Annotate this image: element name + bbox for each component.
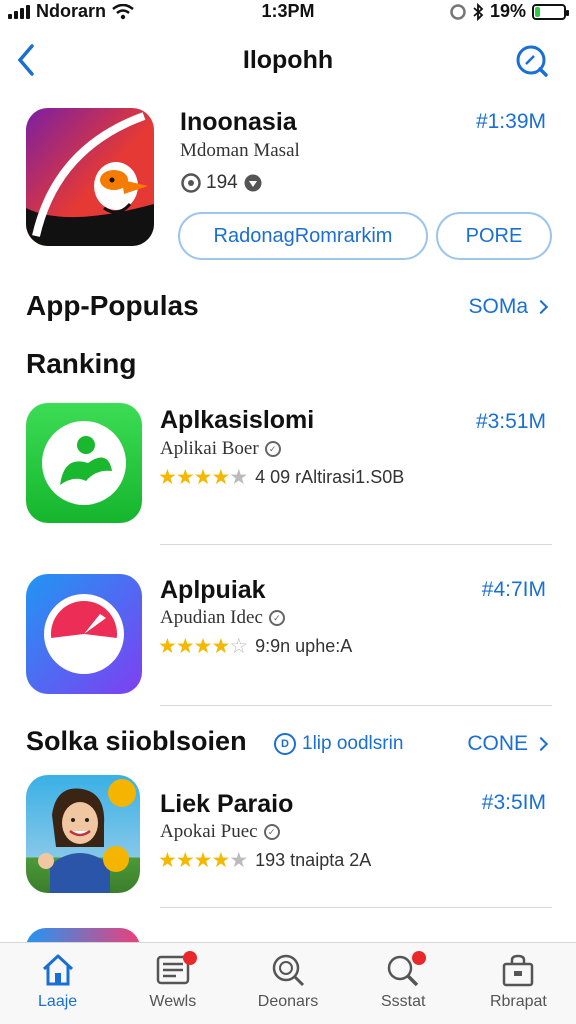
tab-home-label: Laaje: [38, 993, 78, 1010]
star-rating-icon: ★★★★☆: [158, 635, 248, 658]
app-rating-text-3: 193 tnaipta 2A: [255, 850, 372, 870]
app-developer-2: Apudian Idec ✓: [160, 607, 285, 629]
row-divider: [160, 544, 552, 545]
battery-percent: 19%: [489, 1, 526, 21]
app-name-1[interactable]: Aplkasislomi: [160, 406, 314, 435]
bluetooth-icon: [473, 2, 484, 21]
app-icon-1[interactable]: [26, 403, 142, 523]
age-rating-icon: [181, 173, 201, 193]
tab-home[interactable]: Laaje: [0, 943, 115, 1024]
see-all-second-label: CONE: [467, 732, 528, 755]
app-size-2: #4:7IM: [481, 578, 546, 601]
tab-news-label: Wewls: [149, 993, 197, 1010]
battery-fill: [535, 6, 541, 17]
app-size-3: #3:5IM: [481, 791, 546, 814]
app-size-1: #3:51M: [475, 410, 546, 433]
status-bar: Ndorarn 1:3PM 19%: [0, 0, 576, 24]
featured-app-icon[interactable]: [26, 108, 154, 246]
tab-discover[interactable]: Deonars: [230, 943, 345, 1024]
app-icon-2[interactable]: [26, 574, 142, 694]
compass-icon: D: [274, 733, 296, 755]
app-developer-label-1: Aplikai Boer: [160, 438, 259, 459]
featured-app-developer: Mdoman Masal: [180, 140, 300, 161]
status-right: 19%: [450, 1, 569, 22]
section-title-ranking: Ranking: [26, 348, 137, 379]
app-rating-3: ★★★★★ 193 tnaipta 2A: [158, 848, 371, 873]
app-name-2[interactable]: Aplpuiak: [160, 576, 266, 605]
discover-icon: [272, 954, 305, 987]
globe-icon: [244, 174, 262, 192]
app-developer-label-2: Apudian Idec: [160, 607, 263, 628]
section-title-second: Solka siioblsoien: [26, 726, 247, 756]
notification-badge: [411, 951, 426, 965]
featured-app-meta-value: 194: [206, 172, 238, 193]
tab-news[interactable]: Wewls: [115, 943, 230, 1024]
row-divider: [160, 907, 552, 908]
notification-badge: [183, 951, 198, 965]
battery-icon: [532, 3, 569, 20]
row-divider: [160, 705, 552, 706]
tab-bar: Laaje Wewls Deonars Ssstat Rbrapat: [0, 942, 576, 1024]
app-icon-4-peek[interactable]: [26, 928, 140, 942]
tab-discover-label: Deonars: [257, 993, 319, 1010]
chevron-right-icon: [533, 736, 549, 752]
app-developer-1: Aplikai Boer ✓: [160, 438, 281, 460]
section-mid-link[interactable]: D 1lip oodlsrin: [274, 733, 403, 755]
app-rating-text-2: 9:9n uphe:A: [255, 636, 353, 656]
star-rating-icon: ★★★★★: [158, 466, 248, 489]
tab-search[interactable]: Ssstat: [346, 943, 461, 1024]
bag-icon: [503, 954, 534, 987]
verified-icon: ✓: [264, 441, 281, 457]
app-name-3[interactable]: Liek Paraio: [160, 790, 293, 819]
app-rating-text-1: 4 09 rAltirasi1.S0B: [255, 467, 405, 487]
tab-bag[interactable]: Rbrapat: [461, 943, 576, 1024]
see-all-popular-label: SOMa: [468, 295, 528, 318]
tab-bag-label: Rbrapat: [489, 993, 547, 1010]
featured-app-size: #1:39M: [475, 110, 546, 133]
featured-app-name[interactable]: Inoonasia: [180, 108, 297, 137]
see-all-second-link[interactable]: CONE: [467, 732, 549, 756]
section-mid-label: 1lip oodlsrin: [302, 733, 404, 754]
app-developer-3: Apokai Puec ✓: [160, 821, 280, 843]
app-rating-2: ★★★★☆ 9:9n uphe:A: [158, 634, 352, 659]
app-developer-label-3: Apokai Puec: [160, 821, 258, 842]
verified-icon: ✓: [263, 824, 280, 840]
section-title-popular: App-Populas: [26, 290, 199, 321]
app-rating-1: ★★★★★ 4 09 rAltirasi1.S0B: [158, 465, 404, 490]
nav-bar: Ilopohh: [0, 36, 576, 86]
tab-search-label: Ssstat: [380, 993, 426, 1010]
search-icon[interactable]: [514, 42, 550, 78]
star-rating-icon: ★★★★★: [158, 849, 248, 872]
lock-rotation-icon: [450, 3, 466, 20]
app-icon-3[interactable]: [26, 775, 140, 893]
home-icon: [42, 954, 73, 986]
see-all-popular-link[interactable]: SOMa: [468, 295, 549, 319]
chevron-right-icon: [533, 299, 549, 315]
verified-icon: ✓: [268, 610, 285, 626]
featured-app-meta: 194: [180, 172, 264, 194]
featured-primary-button[interactable]: RadonagRomrarkim: [178, 212, 428, 260]
featured-secondary-button[interactable]: PORE: [436, 212, 552, 260]
page-title: Ilopohh: [242, 46, 334, 74]
